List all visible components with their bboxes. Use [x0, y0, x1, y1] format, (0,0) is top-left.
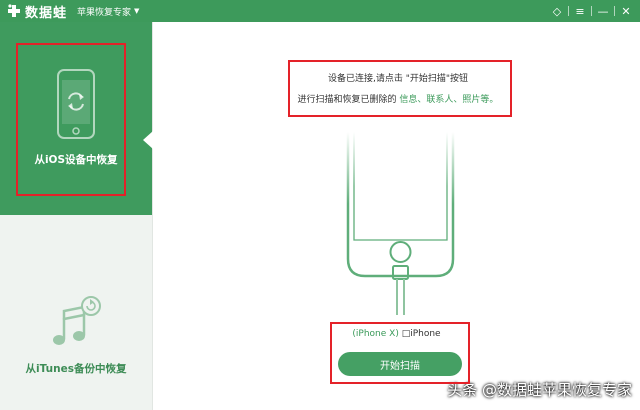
divider	[591, 6, 592, 16]
message-text: 进行扫描和恢复已删除的	[297, 95, 400, 105]
message-line-1: 设备已连接,请点击 "开始扫描"按钮	[327, 74, 468, 84]
diamond-icon[interactable]: ◇	[547, 0, 567, 22]
title-bar: 数据蛙 苹果恢复专家 ▼ ◇ ≡ — ✕	[0, 0, 640, 22]
sidebar-item-label: 从iTunes备份中恢复	[25, 363, 127, 375]
message-highlight: 信息、联系人、照片等。	[399, 95, 499, 105]
main-panel: 设备已连接,请点击 "开始扫描"按钮 进行扫描和恢复已删除的 信息、联系人、照片…	[153, 22, 640, 410]
device-model: (iPhone X)	[352, 329, 399, 339]
sidebar-item-itunes-backup[interactable]: 从iTunes备份中恢复	[0, 215, 152, 410]
sidebar-item-ios-device[interactable]: 从iOS设备中恢复	[0, 22, 152, 215]
divider	[614, 6, 615, 16]
app-logo: 数据蛙	[6, 2, 67, 21]
phone-restore-icon	[57, 69, 95, 139]
start-scan-button[interactable]: 开始扫描	[338, 352, 462, 376]
watermark: 头条 @数据蛙苹果恢复专家	[447, 381, 632, 399]
app-name: 数据蛙	[25, 5, 68, 21]
menu-icon[interactable]: ≡	[570, 0, 590, 22]
message-line-2: 进行扫描和恢复已删除的 信息、联系人、照片等。	[288, 90, 508, 111]
active-indicator	[143, 131, 153, 149]
close-icon[interactable]: ✕	[616, 0, 636, 22]
minimize-icon[interactable]: —	[593, 0, 613, 22]
window-controls: ◇ ≡ — ✕	[547, 0, 636, 22]
connection-message: 设备已连接,请点击 "开始扫描"按钮 进行扫描和恢复已删除的 信息、联系人、照片…	[288, 69, 508, 111]
sidebar: 从iOS设备中恢复 从iTunes备份中恢复	[0, 22, 153, 410]
device-label: (iPhone X) □iPhone	[153, 329, 640, 339]
music-note-restore-icon	[53, 296, 101, 345]
sidebar-item-label: 从iOS设备中恢复	[34, 154, 118, 166]
chevron-down-icon[interactable]: ▼	[134, 7, 139, 15]
device-name: □iPhone	[398, 329, 441, 339]
divider	[568, 6, 569, 16]
app-subtitle: 苹果恢复专家	[77, 7, 132, 18]
frog-logo-icon	[8, 4, 20, 17]
